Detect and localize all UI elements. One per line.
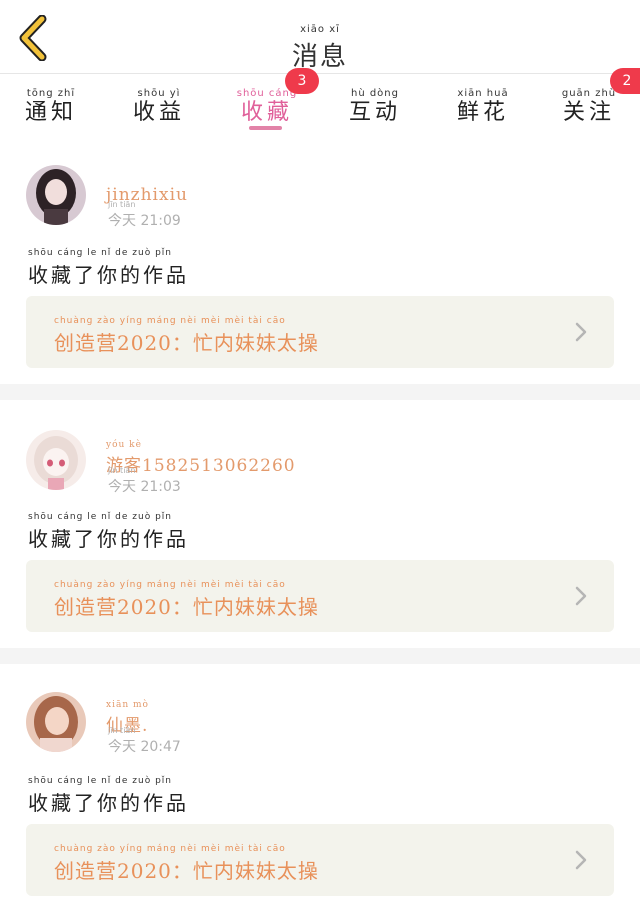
avatar-image [26,692,86,752]
work-title-pinyin: chuàng zào yíng máng nèi mèi mèi tài cāo [54,844,286,854]
page-title-text: 消息 [291,42,348,72]
tab-interactions[interactable]: hù dòng 互动 [330,88,420,126]
timestamp: jīn tiān 今天 21:09 [108,200,181,230]
tab-label: 收藏 [240,100,293,125]
username-pinyin [106,174,188,185]
tab-earnings[interactable]: shōu yì 收益 [114,88,204,126]
username-pinyin: yóu kè [106,440,142,450]
work-title-text: 创造营2020：忙内妹妹太操 [54,859,319,883]
avatar[interactable] [26,430,86,490]
page-title-pinyin: xiāo xī [300,24,340,35]
action-text: shōu cáng le nǐ de zuò pǐn 收藏了你的作品 [28,776,189,816]
timestamp-time: 21:03 [140,479,181,495]
action-label: 收藏了你的作品 [28,791,189,815]
action-pinyin: shōu cáng le nǐ de zuò pǐn [28,512,172,522]
timestamp-pinyin: jīn tiān [108,200,136,209]
tab-pinyin: xiān huā [457,88,509,99]
following-count-badge: 2 [610,68,640,94]
avatar-image [26,165,86,225]
tab-label: 通知 [24,100,77,125]
tab-bar: tōng zhī 通知 shōu yì 收益 shōu cáng 收藏 hù d… [0,76,640,138]
chevron-right-icon [575,322,587,342]
work-link[interactable]: chuàng zào yíng máng nèi mèi mèi tài cāo… [26,824,614,896]
work-title-pinyin: chuàng zào yíng máng nèi mèi mèi tài cāo [54,580,286,590]
timestamp-time: 20:47 [140,739,181,755]
action-label: 收藏了你的作品 [28,263,189,287]
timestamp: jīn tiān 今天 20:47 [108,726,181,756]
timestamp-day: 今天 [108,739,136,755]
tab-flowers[interactable]: xiān huā 鲜花 [438,88,528,126]
card-divider [0,648,640,664]
work-title: chuàng zào yíng máng nèi mèi mèi tài cāo… [54,580,319,620]
active-tab-indicator [249,126,282,130]
tab-pinyin: hù dòng [350,88,399,99]
tab-label: 关注 [562,100,615,125]
timestamp-time: 21:09 [140,213,181,229]
timestamp-pinyin: jīn tiān [108,726,136,735]
tab-label: 互动 [348,100,401,125]
top-bar: xiāo xī 消息 [0,0,640,74]
avatar[interactable] [26,692,86,752]
tab-spacer [0,138,640,152]
work-title-text: 创造营2020：忙内妹妹太操 [54,331,319,355]
timestamp-day: 今天 [108,213,136,229]
timestamp-day: 今天 [108,479,136,495]
tab-label: 鲜花 [456,100,509,125]
avatar[interactable] [26,165,86,225]
favorites-count-badge: 3 [285,68,319,94]
tab-pinyin: tōng zhī [26,88,76,99]
tab-pinyin: shōu yì [137,88,181,99]
card-divider [0,384,640,400]
action-text: shōu cáng le nǐ de zuò pǐn 收藏了你的作品 [28,248,189,288]
message-card[interactable]: yóu kè 游客1582513062260 jīn tiān 今天 21:03… [0,400,640,648]
username-pinyin: xiān mò [106,700,149,710]
timestamp: jīn tiān 今天 21:03 [108,466,181,496]
page-title: xiāo xī 消息 [0,24,640,73]
work-link[interactable]: chuàng zào yíng máng nèi mèi mèi tài cāo… [26,296,614,368]
tab-notifications[interactable]: tōng zhī 通知 [6,88,96,126]
work-title-pinyin: chuàng zào yíng máng nèi mèi mèi tài cāo [54,316,286,326]
message-card[interactable]: xiān mò 仙墨. jīn tiān 今天 20:47 shōu cáng … [0,664,640,916]
work-title: chuàng zào yíng máng nèi mèi mèi tài cāo… [54,316,319,356]
work-title: chuàng zào yíng máng nèi mèi mèi tài cāo… [54,844,319,884]
tab-label: 收益 [132,100,185,125]
work-link[interactable]: chuàng zào yíng máng nèi mèi mèi tài cāo… [26,560,614,632]
action-pinyin: shōu cáng le nǐ de zuò pǐn [28,776,172,786]
message-card[interactable]: jinzhixiu jīn tiān 今天 21:09 shōu cáng le… [0,152,640,384]
action-label: 收藏了你的作品 [28,527,189,551]
chevron-right-icon [575,850,587,870]
avatar-image [26,430,86,490]
chevron-right-icon [575,586,587,606]
timestamp-pinyin: jīn tiān [108,466,136,475]
action-pinyin: shōu cáng le nǐ de zuò pǐn [28,248,172,258]
action-text: shōu cáng le nǐ de zuò pǐn 收藏了你的作品 [28,512,189,552]
work-title-text: 创造营2020：忙内妹妹太操 [54,595,319,619]
